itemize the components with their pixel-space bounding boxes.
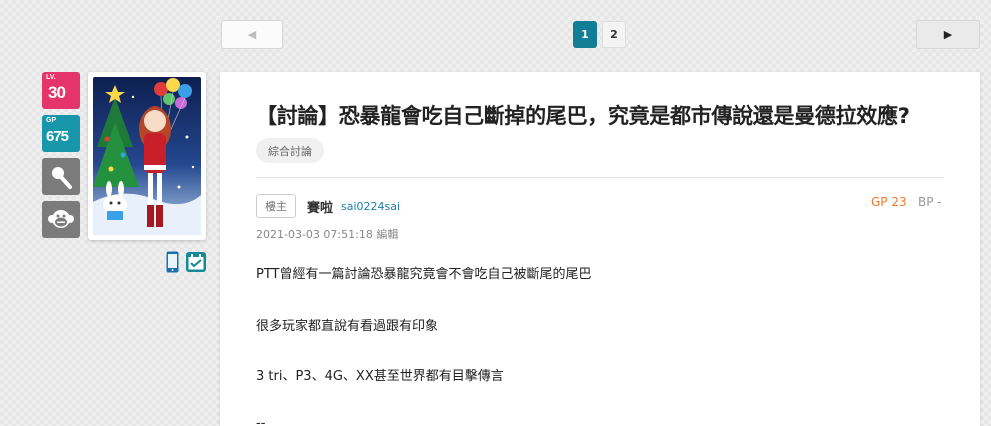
bp-count[interactable]: BP -: [918, 195, 942, 209]
divider: [256, 177, 944, 178]
monkey-badge-button[interactable]: [42, 201, 80, 238]
gp-value: 675: [46, 128, 69, 145]
author-name[interactable]: 賽啦: [307, 197, 333, 216]
author-id-link[interactable]: sai0224sai: [341, 200, 400, 213]
category-tag[interactable]: 綜合討論: [256, 138, 324, 163]
calendar-icon: [186, 252, 206, 272]
post-text-line: PTT曾經有一篇討論恐暴龍究竟會不會吃自己被斷尾的尾巴: [256, 267, 592, 282]
post-card: 【討論】恐暴龍會吃自己斷掉的尾巴，究竟是都市傳說還是曼德拉效應? 綜合討論 樓主…: [220, 72, 980, 426]
gp-count[interactable]: GP 23: [871, 195, 907, 209]
post-text-line: 很多玩家都直說有看過跟有印象: [256, 319, 439, 334]
post-text-line: 3 tri、P3、4G、XX甚至世界都有目擊傳言: [256, 369, 504, 384]
monkey-icon: [48, 210, 74, 228]
wand-icon: [52, 167, 72, 189]
avatar-image: [93, 77, 201, 235]
next-page-button[interactable]: ▶: [916, 20, 980, 49]
wand-badge-button[interactable]: [42, 158, 80, 195]
level-badge[interactable]: LV. 30: [42, 72, 80, 109]
page-1-button[interactable]: 1: [573, 21, 597, 48]
gp-label: GP: [46, 117, 57, 124]
prev-page-button[interactable]: ◀: [221, 20, 283, 49]
post-title: 【討論】恐暴龍會吃自己斷掉的尾巴，究竟是都市傳說還是曼德拉效應?: [256, 104, 910, 128]
user-avatar[interactable]: [88, 72, 206, 240]
post-timestamp: 2021-03-03 07:51:18 編輯: [256, 228, 399, 241]
floor-badge: 樓主: [256, 194, 296, 218]
level-value: 30: [48, 83, 66, 102]
level-label: LV.: [46, 74, 56, 81]
gp-badge[interactable]: GP 675: [42, 115, 80, 152]
page-2-button[interactable]: 2: [602, 21, 626, 48]
mobile-icon: [166, 251, 179, 273]
post-text-line: --: [256, 416, 266, 426]
